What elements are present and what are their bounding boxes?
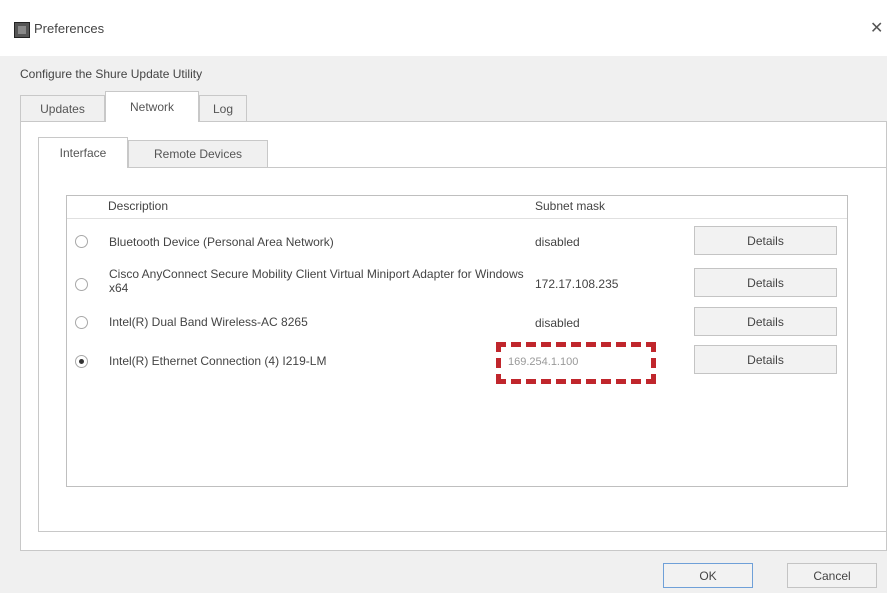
list-item[interactable]: Bluetooth Device (Personal Area Network)… [67,226,847,258]
title-bar: Preferences ✕ [0,0,887,56]
dialog-subtitle: Configure the Shure Update Utility [20,67,203,81]
interface-radio[interactable] [75,235,88,248]
list-item[interactable]: Cisco AnyConnect Secure Mobility Client … [67,266,847,302]
interface-radio[interactable] [75,316,88,329]
list-item[interactable]: Intel(R) Dual Band Wireless-AC 8265 disa… [67,307,847,339]
interface-description: Bluetooth Device (Personal Area Network) [109,235,334,249]
column-header-subnet-mask: Subnet mask [535,199,606,213]
list-item[interactable]: Intel(R) Ethernet Connection (4) I219-LM… [67,345,847,377]
cancel-button[interactable]: Cancel [787,563,877,588]
highlight-annotation [496,342,656,384]
interface-description: Intel(R) Ethernet Connection (4) I219-LM [109,354,327,368]
tab-network[interactable]: Network [105,91,199,122]
window-title: Preferences [34,21,105,36]
interface-radio-selected[interactable] [75,355,88,368]
details-button[interactable]: Details [694,345,837,374]
interface-description: Intel(R) Dual Band Wireless-AC 8265 [109,315,308,329]
tab-remote-devices[interactable]: Remote Devices [128,140,268,167]
tab-log[interactable]: Log [199,95,247,121]
interface-description: Cisco AnyConnect Secure Mobility Client … [109,267,524,295]
ok-button[interactable]: OK [663,563,753,588]
details-button[interactable]: Details [694,268,837,297]
tab-updates[interactable]: Updates [20,95,105,121]
app-icon [14,22,30,38]
header-divider [67,218,847,219]
tab-interface[interactable]: Interface [38,137,128,168]
interface-subnet-mask: disabled [535,316,580,330]
details-button[interactable]: Details [694,226,837,255]
interface-radio[interactable] [75,278,88,291]
interface-subnet-mask: disabled [535,235,580,249]
interface-subnet-mask: 172.17.108.235 [535,277,619,291]
close-icon[interactable]: ✕ [870,18,883,38]
column-header-description: Description [108,199,169,213]
details-button[interactable]: Details [694,307,837,336]
